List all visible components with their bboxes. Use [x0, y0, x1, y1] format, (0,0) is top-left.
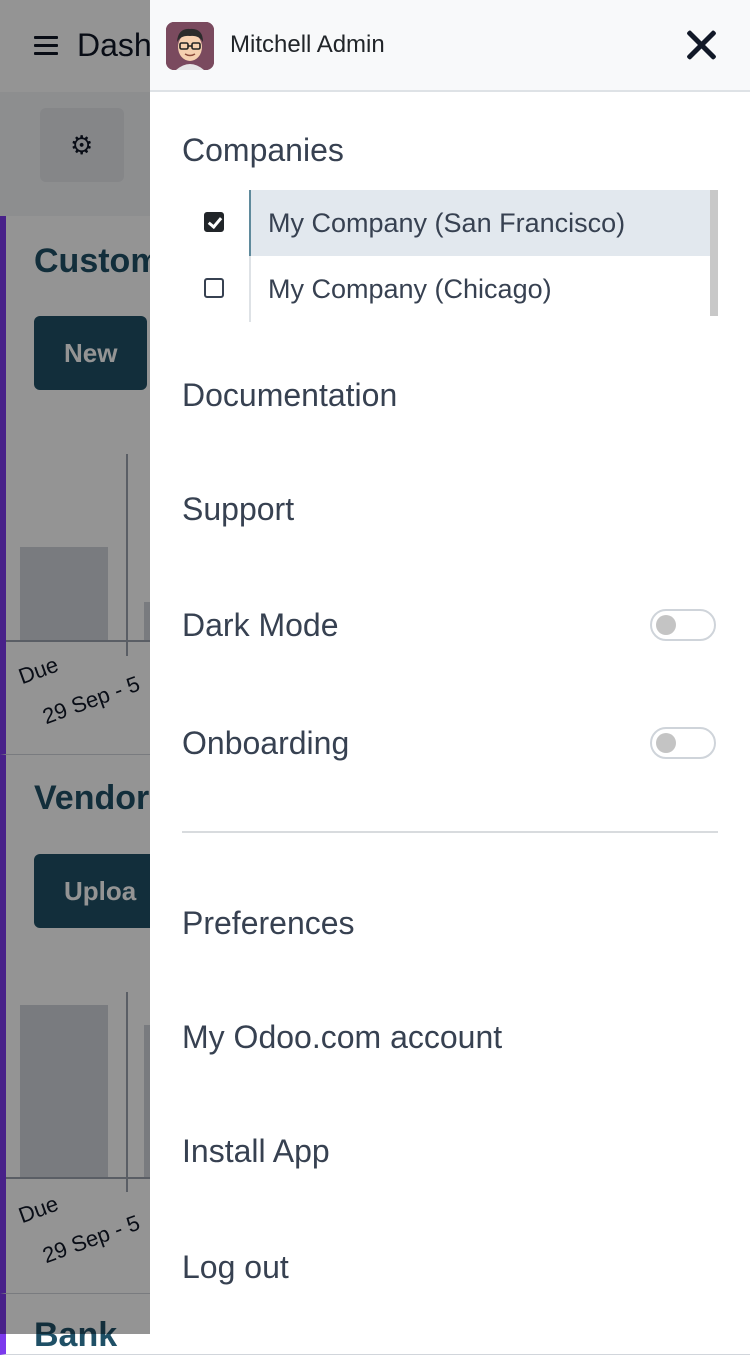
company-row-san-francisco[interactable]: My Company (San Francisco) [182, 190, 718, 256]
checkbox-icon[interactable] [204, 212, 224, 232]
close-icon[interactable] [684, 28, 718, 62]
companies-title: Companies [182, 132, 344, 168]
menu-separator [182, 831, 718, 833]
user-menu-drawer: Mitchell Admin Companies My Company (San… [150, 0, 750, 1334]
toggle-knob [656, 615, 676, 635]
avatar [166, 22, 214, 70]
menu-dark-mode: Dark Mode [182, 607, 339, 643]
menu-support[interactable]: Support [182, 491, 294, 528]
row-divider [249, 256, 251, 322]
menu-documentation[interactable]: Documentation [182, 377, 397, 414]
row-divider [249, 190, 251, 256]
company-name: My Company (San Francisco) [268, 208, 626, 238]
company-row-chicago[interactable]: My Company (Chicago) [182, 256, 718, 322]
checkbox-icon[interactable] [204, 278, 224, 298]
menu-odoo-account[interactable]: My Odoo.com account [182, 1019, 502, 1056]
company-name-area[interactable]: My Company (San Francisco) [250, 190, 710, 256]
onboarding-toggle[interactable] [650, 727, 716, 759]
menu-preferences[interactable]: Preferences [182, 905, 355, 942]
drawer-header: Mitchell Admin [150, 0, 750, 92]
user-name: Mitchell Admin [230, 31, 385, 58]
menu-onboarding: Onboarding [182, 725, 350, 761]
company-name: My Company (Chicago) [268, 274, 552, 304]
companies-scrollbar[interactable] [710, 190, 718, 316]
dark-mode-toggle[interactable] [650, 609, 716, 641]
toggle-knob [656, 733, 676, 753]
company-name-area[interactable]: My Company (Chicago) [250, 256, 710, 322]
menu-install-app[interactable]: Install App [182, 1133, 330, 1170]
menu-logout[interactable]: Log out [182, 1249, 289, 1286]
